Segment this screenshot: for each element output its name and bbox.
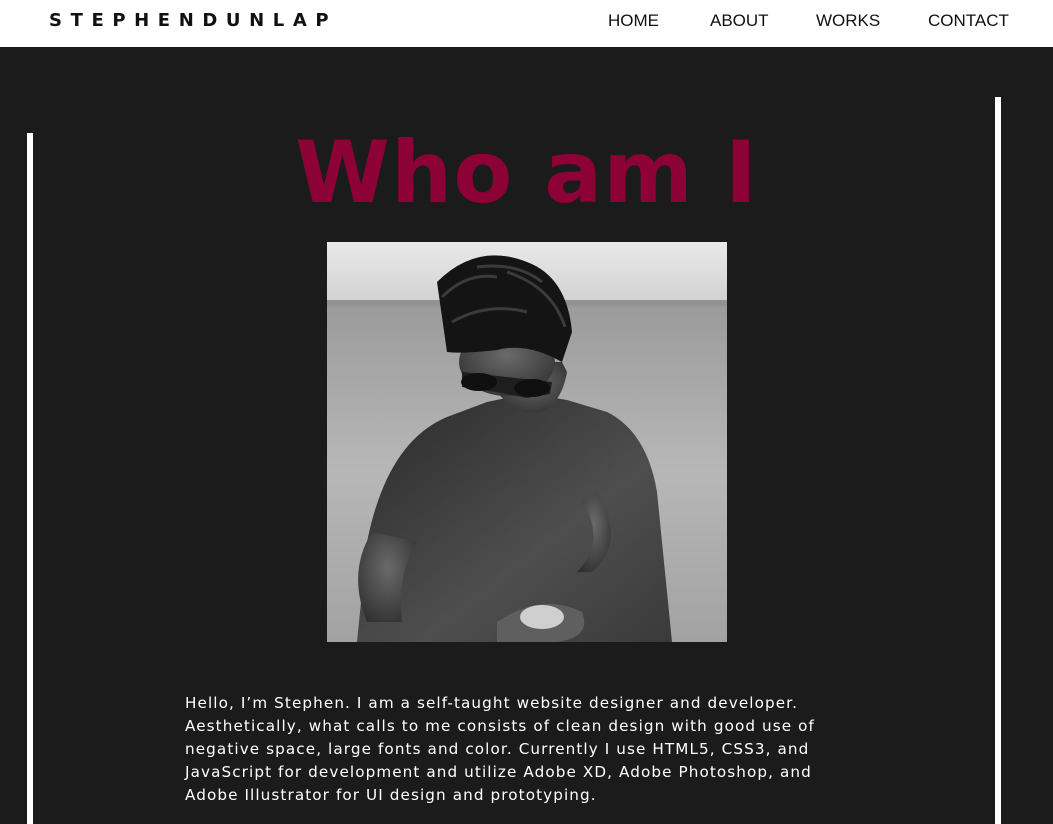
profile-photo [327, 242, 727, 642]
nav-contact-link[interactable]: CONTACT [928, 10, 1009, 32]
site-logo[interactable]: STEPHENDUNLAP [49, 11, 337, 31]
nav-home-link[interactable]: HOME [608, 10, 659, 32]
page-title: Who am I [295, 122, 758, 223]
top-navbar: STEPHENDUNLAP HOME ABOUT WORKS CONTACT [0, 0, 1053, 47]
nav-about-link[interactable]: ABOUT [710, 10, 769, 32]
profile-photo-illustration [327, 242, 727, 642]
left-decorative-rail [27, 133, 33, 824]
bio-paragraph: Hello, I’m Stephen. I am a self-taught w… [185, 694, 815, 804]
nav-works-link[interactable]: WORKS [816, 10, 880, 32]
